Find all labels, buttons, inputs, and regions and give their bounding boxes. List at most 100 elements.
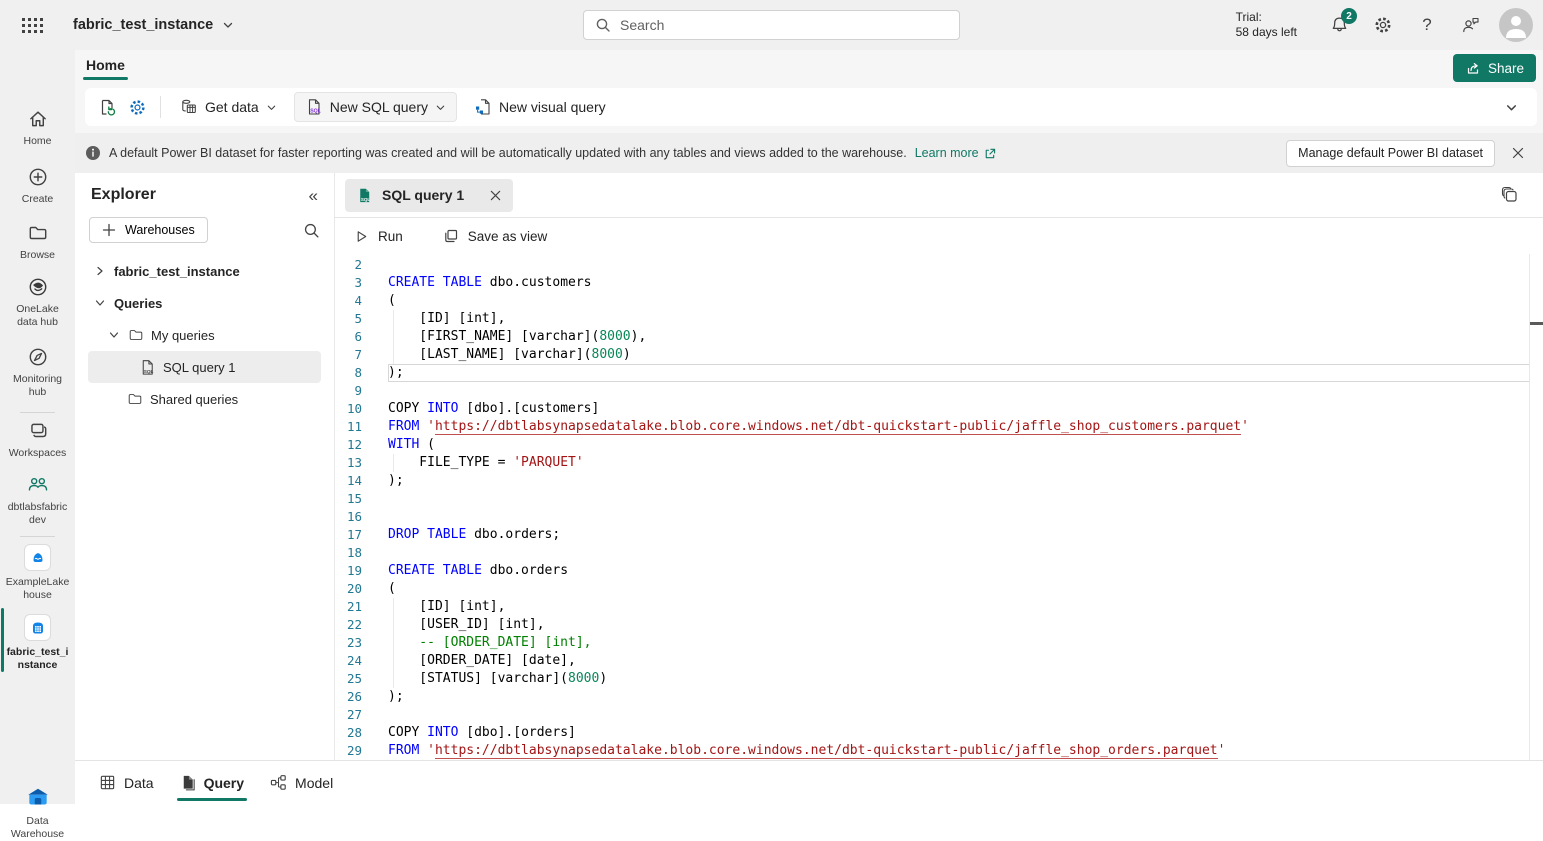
tree-item-shared-queries[interactable]: Shared queries	[88, 383, 321, 415]
tree-item-queries[interactable]: Queries	[88, 287, 321, 319]
notifications-button[interactable]: 2	[1317, 3, 1361, 47]
code-line[interactable]: 8);	[335, 364, 1543, 382]
code-line[interactable]: 14);	[335, 472, 1543, 490]
top-bar: fabric_test_instance Search Trial: 58 da…	[0, 0, 1543, 50]
sidebar-item-workspaces[interactable]: Workspaces	[0, 420, 75, 460]
onelake-icon	[27, 276, 49, 298]
run-button[interactable]: Run	[348, 225, 409, 248]
code-line[interactable]: 22 [USER_ID] [int],	[335, 616, 1543, 634]
refresh-dataset-button[interactable]	[92, 92, 122, 122]
tab-home[interactable]: Home	[83, 57, 128, 73]
chevron-down-icon	[266, 102, 277, 113]
tree-item-my-queries[interactable]: My queries	[88, 319, 321, 351]
save-view-icon	[443, 228, 459, 244]
new-visual-query-button[interactable]: New visual query	[463, 92, 617, 122]
folder-icon	[127, 391, 143, 407]
tab-sql-query-1[interactable]: SQL SQL query 1	[345, 179, 513, 212]
code-line[interactable]: 28COPY INTO [dbo].[orders]	[335, 724, 1543, 742]
tab-query[interactable]: Query	[180, 761, 244, 804]
search-icon	[595, 17, 611, 33]
share-button[interactable]: Share	[1453, 54, 1536, 82]
tab-data[interactable]: Data	[99, 761, 154, 804]
app-launcher-icon[interactable]	[22, 18, 43, 33]
query-page-icon	[180, 774, 196, 791]
sidebar-item-examplelakehouse[interactable]: ExampleLakehouse	[0, 544, 75, 602]
code-line[interactable]: 11FROM 'https://dbtlabsynapsedatalake.bl…	[335, 418, 1543, 436]
tree-item-warehouse[interactable]: fabric_test_instance	[88, 255, 321, 287]
code-line[interactable]: 3CREATE TABLE dbo.customers	[335, 274, 1543, 292]
add-warehouses-button[interactable]: Warehouses	[89, 217, 208, 243]
explorer-search-icon[interactable]	[303, 222, 320, 239]
sidebar-item-data-warehouse[interactable]: Data Warehouse	[0, 786, 75, 841]
toolbar-row: Get data SQL New SQL query New visual qu…	[75, 86, 1543, 133]
code-line[interactable]: 18	[335, 544, 1543, 562]
help-button[interactable]: ?	[1405, 3, 1449, 47]
monitoring-compass-icon	[27, 346, 49, 368]
layout-panes-icon[interactable]	[1501, 186, 1519, 204]
code-line[interactable]: 24 [ORDER_DATE] [date],	[335, 652, 1543, 670]
collapse-panel-icon[interactable]: «	[309, 187, 318, 204]
sidebar-item-onelake-data-hub[interactable]: OneLake data hub	[0, 276, 75, 329]
code-line[interactable]: 25 [STATUS] [varchar](8000)	[335, 670, 1543, 688]
code-line[interactable]: 23 -- [ORDER_DATE] [int],	[335, 634, 1543, 652]
sidebar-item-browse[interactable]: Browse	[0, 222, 75, 262]
sidebar-item-home[interactable]: Home	[0, 108, 75, 148]
banner-close-button[interactable]	[1503, 138, 1533, 168]
close-tab-icon[interactable]	[489, 189, 502, 202]
code-line[interactable]: 2	[335, 256, 1543, 274]
line-number: 29	[335, 742, 362, 760]
code-line[interactable]: 20(	[335, 580, 1543, 598]
code-line[interactable]: 21 [ID] [int],	[335, 598, 1543, 616]
code-line[interactable]: 12WITH (	[335, 436, 1543, 454]
code-line[interactable]: 17DROP TABLE dbo.orders;	[335, 526, 1543, 544]
code-line[interactable]: 10COPY INTO [dbo].[customers]	[335, 400, 1543, 418]
line-number: 11	[335, 418, 362, 436]
code-line[interactable]: 19CREATE TABLE dbo.orders	[335, 562, 1543, 580]
sidebar-item-create[interactable]: Create	[0, 166, 75, 206]
sidebar-item-dbtlabsfabricdev[interactable]: dbtlabsfabricdev	[0, 474, 75, 527]
tree-item-sql-query-1[interactable]: SQL SQL query 1	[88, 351, 321, 383]
sql-file-green-icon: SQL	[356, 187, 373, 204]
code-text: (	[388, 292, 1530, 310]
code-line[interactable]: 16	[335, 508, 1543, 526]
save-as-view-button[interactable]: Save as view	[437, 224, 554, 248]
play-icon	[354, 229, 369, 244]
code-line[interactable]: 15	[335, 490, 1543, 508]
code-line[interactable]: 13 FILE_TYPE = 'PARQUET'	[335, 454, 1543, 472]
new-sql-query-button[interactable]: SQL New SQL query	[294, 92, 457, 122]
feedback-button[interactable]	[1449, 3, 1493, 47]
line-number: 16	[335, 508, 362, 526]
sidebar-item-monitoring-hub[interactable]: Monitoring hub	[0, 346, 75, 399]
search-placeholder: Search	[620, 17, 664, 33]
sql-code-editor[interactable]: 23CREATE TABLE dbo.customers4(5 [ID] [in…	[335, 254, 1543, 760]
code-line[interactable]: 6 [FIRST_NAME] [varchar](8000),	[335, 328, 1543, 346]
folder-icon	[128, 327, 144, 343]
avatar[interactable]	[1499, 8, 1533, 42]
learn-more-link[interactable]: Learn more	[915, 146, 996, 160]
code-line[interactable]: 5 [ID] [int],	[335, 310, 1543, 328]
get-data-button[interactable]: Get data	[169, 92, 288, 122]
query-settings-button[interactable]	[122, 92, 152, 122]
code-text: [USER_ID] [int],	[388, 616, 1530, 634]
search-input[interactable]: Search	[583, 10, 960, 40]
settings-button[interactable]	[1361, 3, 1405, 47]
code-text	[388, 706, 1530, 724]
line-number: 9	[335, 382, 362, 400]
code-line[interactable]: 9	[335, 382, 1543, 400]
workspace-switcher[interactable]: fabric_test_instance	[73, 17, 234, 33]
gear-blue-icon	[128, 98, 147, 117]
code-line[interactable]: 27	[335, 706, 1543, 724]
code-line[interactable]: 4(	[335, 292, 1543, 310]
line-number: 28	[335, 724, 362, 742]
manage-default-dataset-button[interactable]: Manage default Power BI dataset	[1286, 140, 1495, 167]
code-line[interactable]: 29FROM 'https://dbtlabsynapsedatalake.bl…	[335, 742, 1543, 760]
code-line[interactable]: 26);	[335, 688, 1543, 706]
line-number: 5	[335, 310, 362, 328]
gear-icon	[1373, 15, 1393, 35]
code-line[interactable]: 7 [LAST_NAME] [varchar](8000)	[335, 346, 1543, 364]
data-grid-icon	[99, 774, 116, 791]
editor-overview-ruler[interactable]	[1529, 254, 1530, 760]
tab-model[interactable]: Model	[270, 761, 333, 804]
toolbar-expand-chevron[interactable]	[1505, 101, 1518, 114]
sidebar-item-fabric-test-instance[interactable]: fabric_test_instance	[0, 614, 75, 672]
